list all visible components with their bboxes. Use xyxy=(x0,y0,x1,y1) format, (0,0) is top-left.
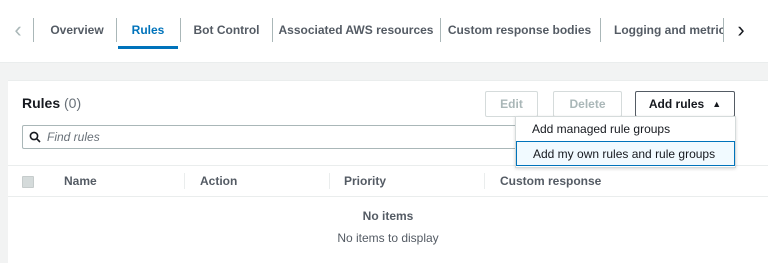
table-header: Name Action Priority Custom response xyxy=(8,165,768,197)
rules-container: Rules (0) Edit Delete Add rules ▲ Find r… xyxy=(8,80,768,263)
rules-count: (0) xyxy=(64,95,82,111)
menu-item-add-my-own-rules[interactable]: Add my own rules and rule groups xyxy=(516,141,735,166)
column-priority[interactable]: Priority xyxy=(344,174,386,188)
tab-divider xyxy=(272,18,273,42)
tab-overview[interactable]: Overview xyxy=(40,18,114,42)
edit-button[interactable]: Edit xyxy=(485,91,538,117)
delete-button[interactable]: Delete xyxy=(553,91,622,117)
rules-heading: Rules (0) xyxy=(22,95,81,111)
tab-divider xyxy=(33,18,34,42)
tab-divider xyxy=(723,18,724,42)
menu-item-add-managed-rule-groups[interactable]: Add managed rule groups xyxy=(516,117,735,141)
tab-divider xyxy=(600,18,601,42)
search-input[interactable]: Find rules xyxy=(22,125,522,149)
chevron-right-icon[interactable]: › xyxy=(729,16,753,44)
column-divider xyxy=(184,173,185,189)
add-rules-label: Add rules xyxy=(648,97,705,111)
tab-rules[interactable]: Rules xyxy=(118,18,178,42)
tab-divider xyxy=(116,18,117,42)
add-rules-dropdown: Add managed rule groups Add my own rules… xyxy=(515,116,736,168)
column-name[interactable]: Name xyxy=(64,174,97,188)
tab-custom-response-bodies[interactable]: Custom response bodies xyxy=(442,18,597,42)
empty-state-title: No items xyxy=(362,209,414,223)
column-custom-response[interactable]: Custom response xyxy=(500,174,601,188)
caret-up-icon: ▲ xyxy=(712,99,722,109)
column-action[interactable]: Action xyxy=(200,174,237,188)
empty-state-subtitle: No items to display xyxy=(337,231,439,245)
select-all-checkbox[interactable] xyxy=(22,176,34,188)
tab-divider xyxy=(440,18,441,42)
column-divider xyxy=(329,173,330,189)
rules-title: Rules xyxy=(22,95,61,111)
tab-bot-control[interactable]: Bot Control xyxy=(183,18,270,42)
search-icon xyxy=(29,131,41,143)
add-rules-button[interactable]: Add rules ▲ xyxy=(635,91,735,117)
column-divider xyxy=(484,173,485,189)
tabs-bar: ‹ Overview Rules Bot Control Associated … xyxy=(0,0,768,63)
tab-associated-aws-resources[interactable]: Associated AWS resources xyxy=(275,18,437,42)
tab-divider xyxy=(180,18,181,42)
search-placeholder: Find rules xyxy=(47,130,100,144)
tab-logging-and-metrics[interactable]: Logging and metrics xyxy=(603,18,723,42)
active-tab-indicator xyxy=(118,46,178,49)
chevron-left-icon[interactable]: ‹ xyxy=(6,16,30,44)
